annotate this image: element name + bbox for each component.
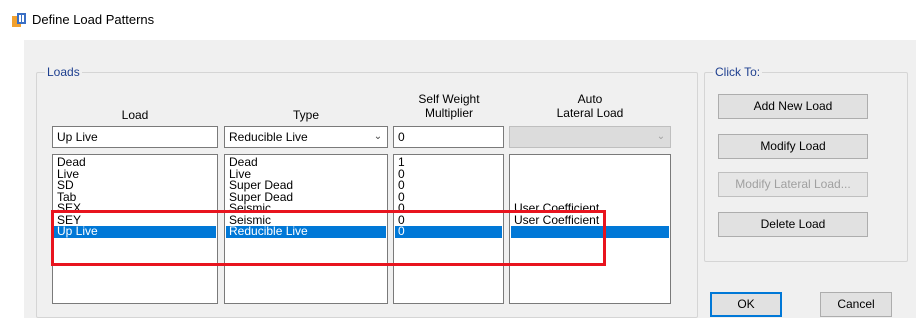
load-type-select[interactable]: Reducible Live ⌄ [224, 126, 388, 148]
list-item-selected[interactable] [511, 226, 669, 238]
delete-load-button[interactable]: Delete Load [718, 212, 868, 237]
load-name-list[interactable]: Dead Live SD Tab SEX SEY Up Live [52, 154, 218, 304]
load-type-list[interactable]: Dead Live Super Dead Super Dead Seismic … [224, 154, 388, 304]
self-weight-list[interactable]: 1 0 0 0 0 0 0 [393, 154, 504, 304]
list-item[interactable]: Live [54, 168, 216, 181]
self-weight-column-header: Self Weight Multiplier [418, 92, 480, 120]
dialog-body: Loads Load Type Self Weight Multiplier A… [24, 40, 916, 318]
click-to-group-caption: Click To: [713, 65, 763, 79]
list-item[interactable]: User Coefficient [511, 214, 669, 227]
list-item[interactable] [511, 169, 669, 181]
load-type-select-value: Reducible Live [229, 130, 308, 144]
loads-group-caption: Loads [45, 65, 82, 79]
list-item[interactable] [511, 157, 669, 169]
chevron-down-icon: ⌄ [373, 131, 383, 142]
list-item[interactable]: 0 [395, 179, 502, 192]
auto-lateral-select: ⌄ [509, 126, 671, 148]
modify-lateral-load-button: Modify Lateral Load... [718, 172, 868, 197]
auto-lateral-column-header: Auto Lateral Load [556, 92, 624, 120]
self-weight-input[interactable]: 0 [393, 126, 504, 148]
list-item[interactable]: 1 [395, 156, 502, 169]
load-name-input[interactable]: Up Live [52, 126, 218, 148]
window-title: Define Load Patterns [32, 12, 155, 27]
cancel-button[interactable]: Cancel [820, 292, 892, 317]
modify-load-button[interactable]: Modify Load [718, 134, 868, 159]
title-bar: Define Load Patterns [0, 0, 916, 40]
list-item[interactable]: 0 [395, 214, 502, 227]
app-icon [12, 13, 26, 27]
type-column-header: Type [292, 108, 319, 122]
list-item[interactable]: 0 [395, 202, 502, 215]
auto-lateral-list[interactable]: User Coefficient User Coefficient [509, 154, 671, 304]
list-item[interactable] [511, 180, 669, 192]
list-item-selected[interactable]: Reducible Live [226, 225, 386, 238]
list-item[interactable]: SD [54, 179, 216, 192]
ok-button[interactable]: OK [710, 292, 782, 317]
add-new-load-button[interactable]: Add New Load [718, 94, 868, 119]
chevron-down-icon: ⌄ [656, 131, 666, 142]
list-item[interactable]: 0 [395, 168, 502, 181]
list-item-selected[interactable]: 0 [395, 225, 502, 238]
load-column-header: Load [121, 108, 149, 122]
list-item[interactable]: 0 [395, 191, 502, 204]
list-item-selected[interactable]: Up Live [54, 225, 216, 238]
